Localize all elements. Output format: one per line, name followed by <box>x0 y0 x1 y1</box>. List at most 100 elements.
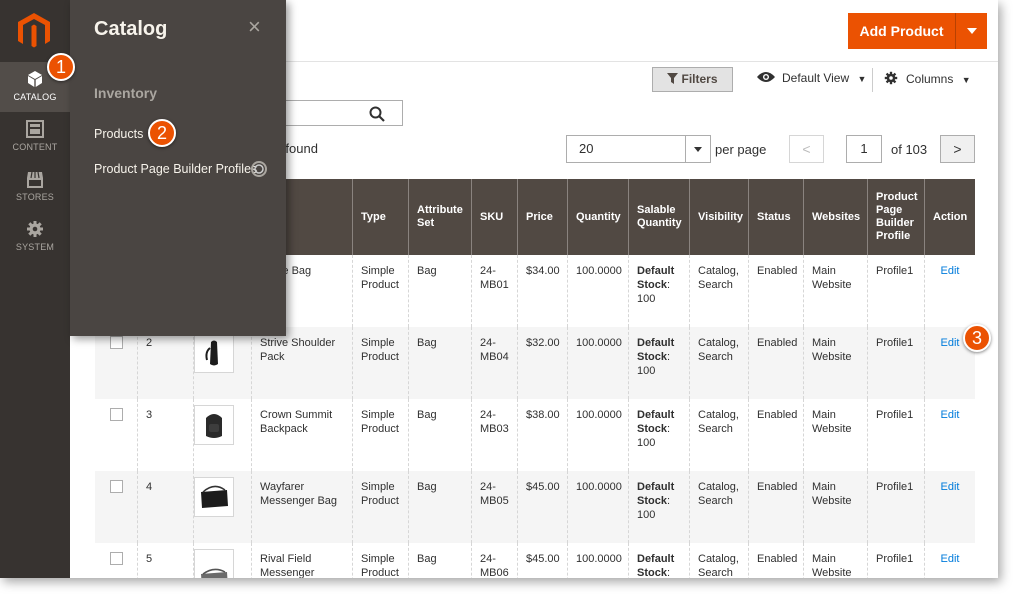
loading-spinner-icon <box>251 161 267 177</box>
profile-cell: Profile1 <box>867 399 924 471</box>
product-thumbnail[interactable] <box>194 333 234 373</box>
visibility-cell: Catalog, Search <box>689 327 748 399</box>
step-callout-1: 1 <box>47 53 75 81</box>
edit-link[interactable]: Edit <box>941 337 960 349</box>
name-cell: Crown Summit Backpack <box>251 399 352 471</box>
field-messenger-image <box>201 568 228 578</box>
flyout-section-inventory: Inventory <box>94 85 158 101</box>
filters-button[interactable]: Filters <box>652 67 733 92</box>
chevron-down-icon[interactable] <box>685 136 710 162</box>
websites-cell: Main Website <box>803 327 867 399</box>
action-cell: Edit <box>924 399 975 471</box>
thumbnail-cell <box>193 327 251 399</box>
previous-page-button[interactable]: < <box>789 135 824 163</box>
salable-quantity-cell: Default Stock: 100 <box>628 327 689 399</box>
flyout-link-products[interactable]: Products <box>94 127 143 141</box>
nav-item-system[interactable]: SYSTEM <box>0 212 70 262</box>
table-row: 5 Rival Field Messenger Simple Product B… <box>95 543 975 578</box>
websites-cell: Main Website <box>803 399 867 471</box>
attribute-set-cell: Bag <box>408 327 471 399</box>
columns-label: Columns <box>906 72 954 86</box>
nav-item-content[interactable]: CONTENT <box>0 112 70 162</box>
salable-stock-value: : <box>666 567 671 578</box>
toolbar-separator <box>872 68 873 92</box>
type-cell: Simple Product <box>352 255 408 327</box>
product-thumbnail[interactable] <box>194 405 234 445</box>
magento-logo-icon[interactable] <box>16 12 52 50</box>
websites-cell: Main Website <box>803 255 867 327</box>
column-header-price[interactable]: Price <box>517 179 567 255</box>
id-cell: 2 <box>137 327 193 399</box>
edit-link[interactable]: Edit <box>941 481 960 493</box>
column-header-sku[interactable]: SKU <box>471 179 517 255</box>
status-cell: Enabled <box>748 399 803 471</box>
websites-cell: Main Website <box>803 471 867 543</box>
row-select-cell <box>95 471 137 543</box>
edit-link[interactable]: Edit <box>941 265 960 277</box>
attribute-set-cell: Bag <box>408 471 471 543</box>
profile-cell: Profile1 <box>867 255 924 327</box>
status-cell: Enabled <box>748 327 803 399</box>
flyout-link-page-builder-profiles[interactable]: Product Page Builder Profiles <box>94 162 257 176</box>
next-page-button[interactable]: > <box>940 135 975 163</box>
type-cell: Simple Product <box>352 399 408 471</box>
flyout-title: Catalog <box>94 18 168 40</box>
default-view-label: Default View <box>782 71 850 85</box>
sku-cell: 24-MB01 <box>471 255 517 327</box>
page-number-input[interactable]: 1 <box>846 135 882 163</box>
column-header-type[interactable]: Type <box>352 179 408 255</box>
admin-window: CATALOG CONTENT STORES SYSTEM Catalog × … <box>0 0 998 578</box>
salable-quantity-cell: Default Stock: 100 <box>628 399 689 471</box>
column-header-visibility[interactable]: Visibility <box>689 179 748 255</box>
column-header-quantity[interactable]: Quantity <box>567 179 628 255</box>
columns-dropdown[interactable]: Columns ▼ <box>884 71 971 86</box>
column-header-websites[interactable]: Websites <box>803 179 867 255</box>
edit-link[interactable]: Edit <box>941 553 960 565</box>
edit-link[interactable]: Edit <box>941 409 960 421</box>
price-cell: $38.00 <box>517 399 567 471</box>
salable-quantity-cell: Default Stock: <box>628 543 689 578</box>
row-checkbox[interactable] <box>110 336 123 349</box>
default-view-dropdown[interactable]: Default View ▼ <box>756 71 866 85</box>
type-cell: Simple Product <box>352 543 408 578</box>
search-icon[interactable] <box>369 106 385 122</box>
row-checkbox[interactable] <box>110 480 123 493</box>
filters-label: Filters <box>681 72 718 86</box>
table-row: 2 Strive Shoulder Pack Simple Product Ba… <box>95 327 975 399</box>
admin-menu: CATALOG CONTENT STORES SYSTEM <box>0 0 70 578</box>
gear-icon <box>884 71 898 85</box>
nav-item-label: CATALOG <box>13 92 57 102</box>
price-cell: $34.00 <box>517 255 567 327</box>
close-icon[interactable]: × <box>248 16 261 38</box>
quantity-cell: 100.0000 <box>567 543 628 578</box>
column-header-page-builder-profile[interactable]: Product Page Builder Profile <box>867 179 924 255</box>
product-thumbnail[interactable] <box>194 477 234 517</box>
row-checkbox[interactable] <box>110 552 123 565</box>
action-cell: Edit <box>924 471 975 543</box>
store-icon <box>27 171 43 188</box>
table-row: 3 Crown Summit Backpack Simple Product B… <box>95 399 975 471</box>
row-select-cell <box>95 543 137 578</box>
eye-icon <box>757 72 775 82</box>
per-page-label: per page <box>715 142 767 157</box>
nav-item-label: CONTENT <box>12 142 58 152</box>
type-cell: Simple Product <box>352 327 408 399</box>
status-cell: Enabled <box>748 471 803 543</box>
nav-item-stores[interactable]: STORES <box>0 162 70 212</box>
step-callout-3: 3 <box>963 324 991 352</box>
column-header-status[interactable]: Status <box>748 179 803 255</box>
column-header-attribute-set[interactable]: Attribute Set <box>408 179 471 255</box>
product-thumbnail[interactable] <box>194 549 234 578</box>
profile-cell: Profile1 <box>867 327 924 399</box>
add-product-button[interactable]: Add Product <box>848 13 955 49</box>
action-cell: Edit <box>924 255 975 327</box>
row-checkbox[interactable] <box>110 408 123 421</box>
add-product-dropdown-toggle[interactable] <box>955 13 987 49</box>
name-cell: Rival Field Messenger <box>251 543 352 578</box>
backpack-image <box>206 414 222 438</box>
price-cell: $45.00 <box>517 543 567 578</box>
thumbnail-cell <box>193 471 251 543</box>
type-cell: Simple Product <box>352 471 408 543</box>
action-cell: Edit <box>924 543 975 578</box>
attribute-set-cell: Bag <box>408 543 471 578</box>
